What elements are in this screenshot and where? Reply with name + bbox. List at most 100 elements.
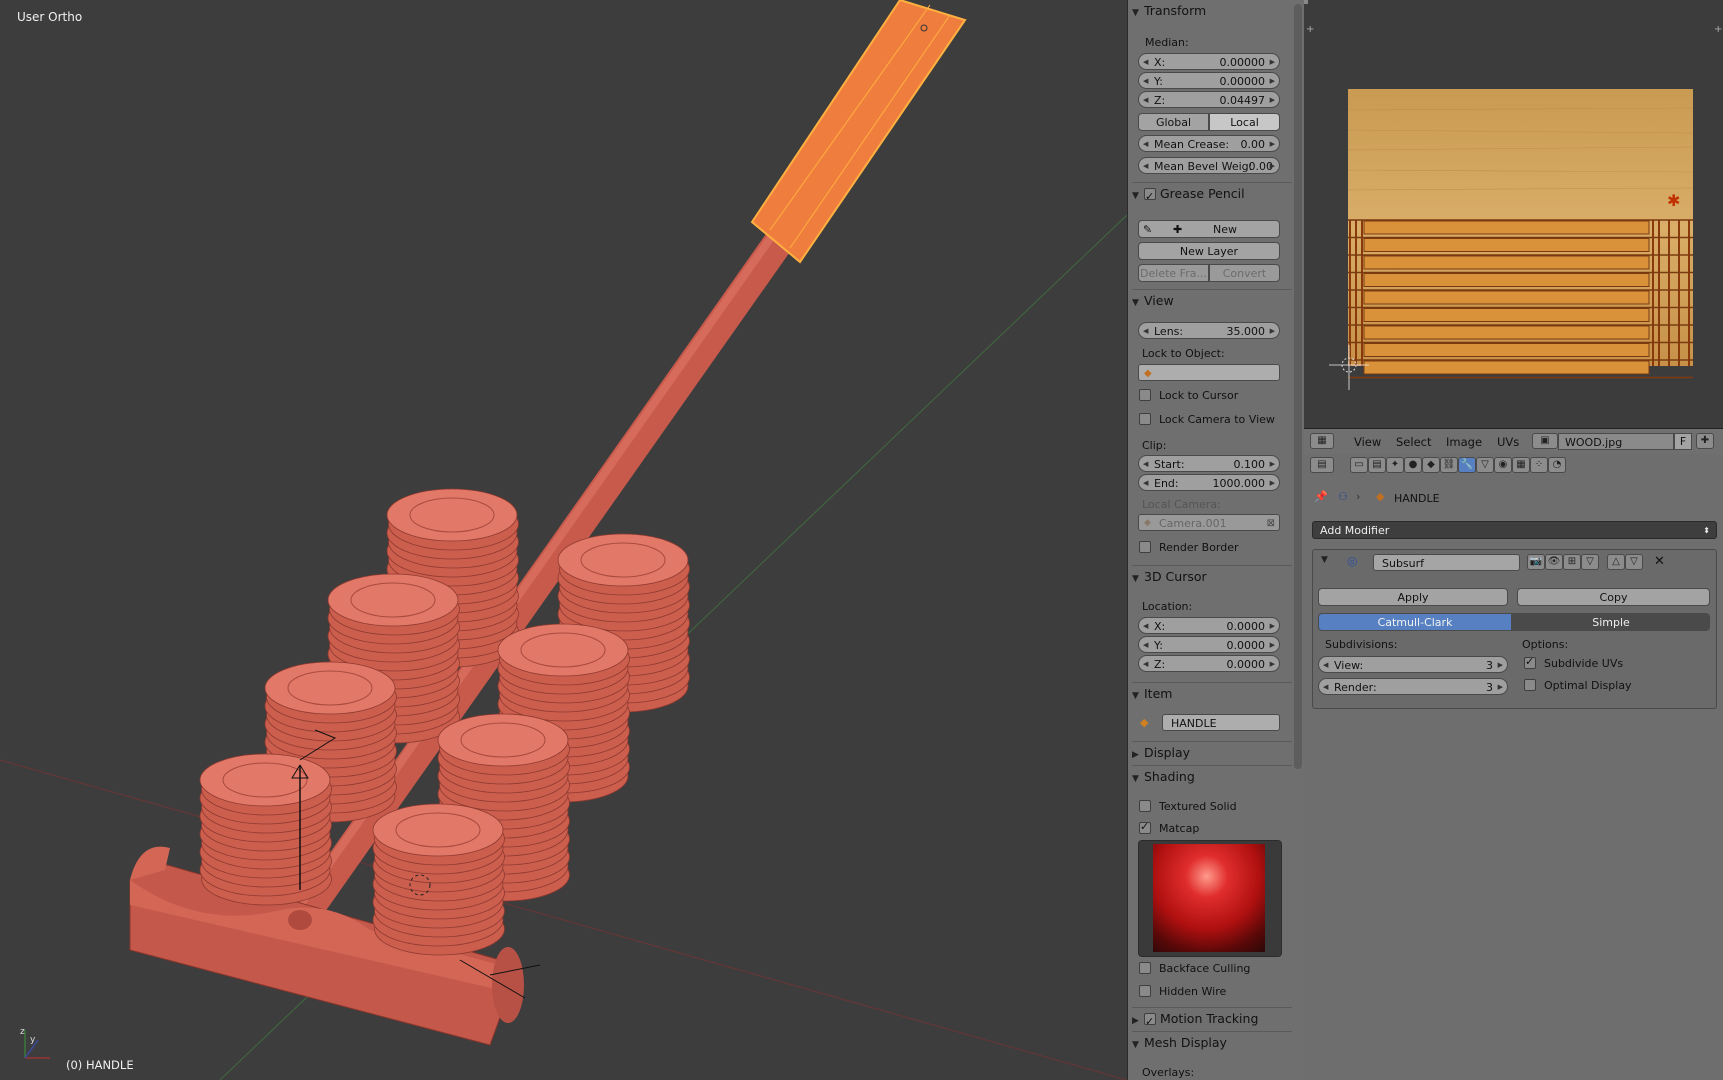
object-cube-icon: ◆ <box>1144 368 1152 379</box>
fake-user-button[interactable]: F <box>1674 433 1692 450</box>
uv-canvas: + + ✱ <box>1304 0 1722 390</box>
catmull-clark-toggle[interactable]: Catmull-Clark <box>1318 613 1512 631</box>
field-key: Lens: <box>1154 325 1184 338</box>
collapse-icon[interactable]: ▼ <box>1321 555 1328 565</box>
view-subdiv-field[interactable]: ◀ View: 3 ▶ <box>1318 656 1508 673</box>
menu-image[interactable]: Image <box>1446 435 1482 449</box>
item-name-field[interactable]: HANDLE <box>1162 714 1280 731</box>
new-image-icon[interactable]: ✚ <box>1696 433 1714 449</box>
copy-button[interactable]: Copy <box>1517 588 1710 606</box>
clear-x-icon[interactable]: ⊠ <box>1267 515 1275 532</box>
cursor-y-field[interactable]: ◀ Y: 0.0000 ▶ <box>1138 636 1280 653</box>
textured-solid-checkbox[interactable] <box>1139 800 1151 812</box>
hidden-wire-checkbox[interactable] <box>1139 985 1151 997</box>
panel-motion-tracking[interactable]: ▶ Motion Tracking <box>1132 1007 1292 1033</box>
3d-viewport[interactable]: y z User Ortho (0) HANDLE <box>0 0 1127 1080</box>
render-tab-icon[interactable]: ▭ <box>1350 457 1368 473</box>
median-z-field[interactable]: ◀ Z: 0.04497 ▶ <box>1138 91 1280 108</box>
modifiers-tab-icon[interactable]: 🔧 <box>1458 457 1476 473</box>
panel-display[interactable]: ▶ Display <box>1132 741 1292 764</box>
lock-camera-label: Lock Camera to View <box>1159 413 1275 426</box>
panel-item[interactable]: ▼ Item <box>1132 682 1292 705</box>
image-browse-icon[interactable]: ▣ <box>1532 433 1558 449</box>
chip-stack <box>372 803 505 956</box>
lock-camera-checkbox[interactable] <box>1139 413 1151 425</box>
panel-transform[interactable]: ▼ Transform <box>1132 0 1292 22</box>
apply-button[interactable]: Apply <box>1318 588 1508 606</box>
cursor-z-field[interactable]: ◀ Z: 0.0000 ▶ <box>1138 655 1280 672</box>
physics-tab-icon[interactable]: ◔ <box>1548 457 1566 473</box>
add-modifier-dropdown[interactable]: Add Modifier ⬍ <box>1312 521 1717 539</box>
properties-editor[interactable]: ▤ ▭ ▤ ✦ ● ◆ ⛓ 🔧 ▽ ◉ ▦ ⁘ ◔ 📌 ⚇ › ◆ HANDLE… <box>1304 454 1723 1080</box>
new-layer-button[interactable]: New Layer <box>1138 242 1280 260</box>
mean-bevel-field[interactable]: ◀ Mean Bevel Weig: 0.00 ▶ <box>1138 157 1280 174</box>
move-up-icon[interactable]: △ <box>1607 554 1625 570</box>
render-layers-tab-icon[interactable]: ▤ <box>1368 457 1386 473</box>
optimal-display-checkbox[interactable] <box>1524 679 1536 691</box>
matcap-checkbox[interactable] <box>1139 820 1151 834</box>
subdivide-uvs-checkbox[interactable] <box>1524 655 1536 669</box>
shelf-scrollbar[interactable] <box>1294 4 1302 769</box>
clip-end-field[interactable]: ◀ End: 1000.000 ▶ <box>1138 474 1280 491</box>
world-tab-icon[interactable]: ● <box>1404 457 1422 473</box>
particles-tab-icon[interactable]: ⁘ <box>1530 457 1548 473</box>
panel-display-title: Display <box>1144 745 1191 760</box>
menu-select[interactable]: Select <box>1396 435 1431 449</box>
field-key: Start: <box>1154 458 1185 471</box>
panel-mesh-display[interactable]: ▼ Mesh Display <box>1132 1031 1292 1054</box>
image-name-field[interactable]: WOOD.jpg <box>1558 433 1674 450</box>
cage-toggle-icon[interactable]: ▽ <box>1581 554 1599 570</box>
panel-3d-cursor[interactable]: ▼ 3D Cursor <box>1132 565 1292 588</box>
panel-view[interactable]: ▼ View <box>1132 289 1292 312</box>
render-subdiv-field[interactable]: ◀ Render: 3 ▶ <box>1318 678 1508 695</box>
median-x-field[interactable]: ◀ X: 0.00000 ▶ <box>1138 53 1280 70</box>
panel-grease-pencil[interactable]: ▼ Grease Pencil <box>1132 182 1292 208</box>
uv-editor-header[interactable]: ▦ View Select Image UVs ▣ WOOD.jpg F ✚ <box>1304 428 1723 455</box>
simple-toggle[interactable]: Simple <box>1512 613 1710 631</box>
editmode-toggle-icon[interactable]: ⊞ <box>1563 554 1581 570</box>
mean-crease-field[interactable]: ◀ Mean Crease: 0.00 ▶ <box>1138 135 1280 152</box>
editor-type-icon[interactable]: ▤ <box>1310 457 1334 473</box>
lock-cursor-checkbox[interactable] <box>1139 389 1151 401</box>
cursor-x-field[interactable]: ◀ X: 0.0000 ▶ <box>1138 617 1280 634</box>
render-toggle-icon[interactable]: 📷 <box>1527 554 1545 570</box>
backface-culling-checkbox[interactable] <box>1139 962 1151 974</box>
material-tab-icon[interactable]: ◉ <box>1494 457 1512 473</box>
remove-modifier-icon[interactable]: ✕ <box>1654 554 1665 569</box>
properties-shelf[interactable]: ▼ Transform Median: ◀ X: 0.00000 ▶ ◀ Y: 0.0000… <box>1127 0 1304 1080</box>
viewport-toggle-icon[interactable]: 👁 <box>1545 554 1563 570</box>
lock-object-field[interactable]: ◆ <box>1138 364 1280 381</box>
local-camera-field[interactable]: ◆ Camera.001 ⊠ <box>1138 514 1280 531</box>
field-value: 0.00000 <box>1219 75 1266 88</box>
menu-uvs[interactable]: UVs <box>1497 435 1519 449</box>
grease-pencil-checkbox[interactable] <box>1144 186 1156 208</box>
motion-tracking-checkbox[interactable] <box>1144 1011 1156 1033</box>
move-down-icon[interactable]: ▽ <box>1625 554 1643 570</box>
grease-new-button[interactable]: ✎ ✚ New <box>1138 220 1280 238</box>
constraints-tab-icon[interactable]: ⛓ <box>1440 457 1458 473</box>
pin-icon[interactable]: 📌 <box>1314 490 1328 503</box>
editor-type-icon[interactable]: ▦ <box>1310 433 1334 449</box>
lens-field[interactable]: ◀ Lens: 35.000 ▶ <box>1138 322 1280 339</box>
convert-button[interactable]: Convert <box>1209 264 1280 282</box>
matcap-preview[interactable] <box>1138 840 1282 957</box>
context-object-name: HANDLE <box>1394 492 1440 505</box>
local-toggle[interactable]: Local <box>1209 113 1280 131</box>
scene-tab-icon[interactable]: ✦ <box>1386 457 1404 473</box>
texture-tab-icon[interactable]: ▦ <box>1512 457 1530 473</box>
modifier-name-field[interactable]: Subsurf <box>1373 554 1520 571</box>
lock-cursor-label: Lock to Cursor <box>1159 389 1239 402</box>
object-tab-icon[interactable]: ◆ <box>1422 457 1440 473</box>
global-toggle[interactable]: Global <box>1138 113 1209 131</box>
menu-view[interactable]: View <box>1354 435 1381 449</box>
modifier-name-value: Subsurf <box>1382 557 1425 570</box>
svg-text:y: y <box>30 1035 36 1045</box>
uv-image-editor[interactable]: + + ✱ <box>1304 0 1723 428</box>
median-y-field[interactable]: ◀ Y: 0.00000 ▶ <box>1138 72 1280 89</box>
clip-start-field[interactable]: ◀ Start: 0.100 ▶ <box>1138 455 1280 472</box>
data-tab-icon[interactable]: ▽ <box>1476 457 1494 473</box>
delete-frame-button[interactable]: Delete Fra... <box>1138 264 1209 282</box>
panel-shading[interactable]: ▼ Shading <box>1132 765 1292 788</box>
render-border-checkbox[interactable] <box>1139 541 1151 553</box>
plus-icon: ✚ <box>1173 223 1183 236</box>
